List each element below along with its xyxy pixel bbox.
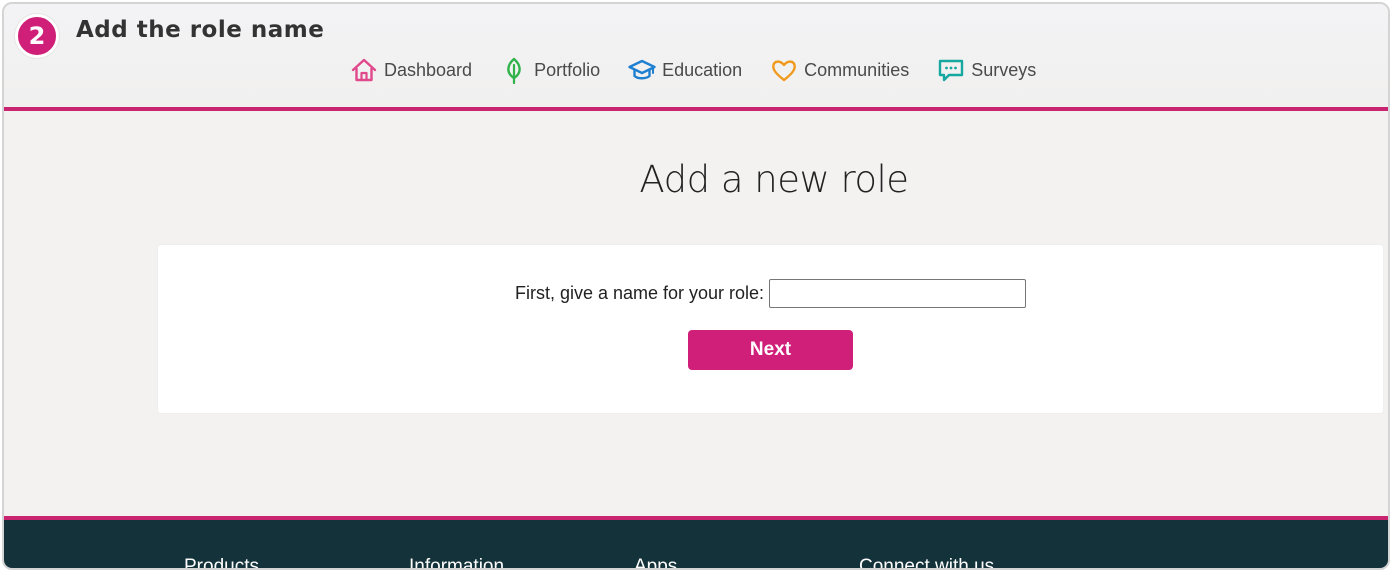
- nav-item-communities[interactable]: Communities: [770, 56, 909, 84]
- nav-label-education: Education: [662, 59, 743, 80]
- home-icon: [351, 58, 377, 82]
- nav-item-dashboard[interactable]: Dashboard: [350, 56, 472, 84]
- header-divider: [4, 107, 1388, 111]
- role-name-input[interactable]: [769, 279, 1027, 308]
- nav-label-portfolio: Portfolio: [534, 59, 601, 80]
- next-button[interactable]: Next: [688, 330, 853, 370]
- nav-label-dashboard: Dashboard: [384, 59, 473, 80]
- footer-heading-information: Information: [409, 556, 505, 570]
- app-window: 2 Add the role name Dashboard Portfolio: [2, 2, 1390, 570]
- nav-label-communities: Communities: [804, 59, 910, 80]
- step-title: Add the role name: [76, 17, 325, 43]
- footer-heading-apps: Apps: [634, 556, 678, 570]
- role-name-row: First, give a name for your role:: [158, 279, 1383, 308]
- speech-bubble-icon: [939, 59, 964, 82]
- step-number-badge: 2: [15, 14, 59, 58]
- leaf-icon: [507, 57, 521, 84]
- header: 2 Add the role name Dashboard Portfolio: [4, 4, 1388, 108]
- nav-item-education[interactable]: Education: [628, 56, 742, 84]
- role-form-card: First, give a name for your role: Next: [158, 245, 1383, 413]
- nav-item-portfolio[interactable]: Portfolio: [500, 56, 600, 84]
- nav-label-surveys: Surveys: [971, 59, 1037, 80]
- footer-heading-connect: Connect with us: [859, 556, 995, 570]
- footer: Products Information Apps Connect with u…: [4, 520, 1388, 568]
- heart-icon: [772, 60, 797, 82]
- page-title: Add a new role: [639, 158, 909, 201]
- main-nav: Dashboard Portfolio Education Communitie…: [350, 56, 1064, 84]
- footer-heading-products: Products: [184, 556, 259, 570]
- graduation-cap-icon: [628, 59, 656, 80]
- role-name-label: First, give a name for your role:: [514, 283, 765, 303]
- nav-item-surveys[interactable]: Surveys: [937, 56, 1036, 84]
